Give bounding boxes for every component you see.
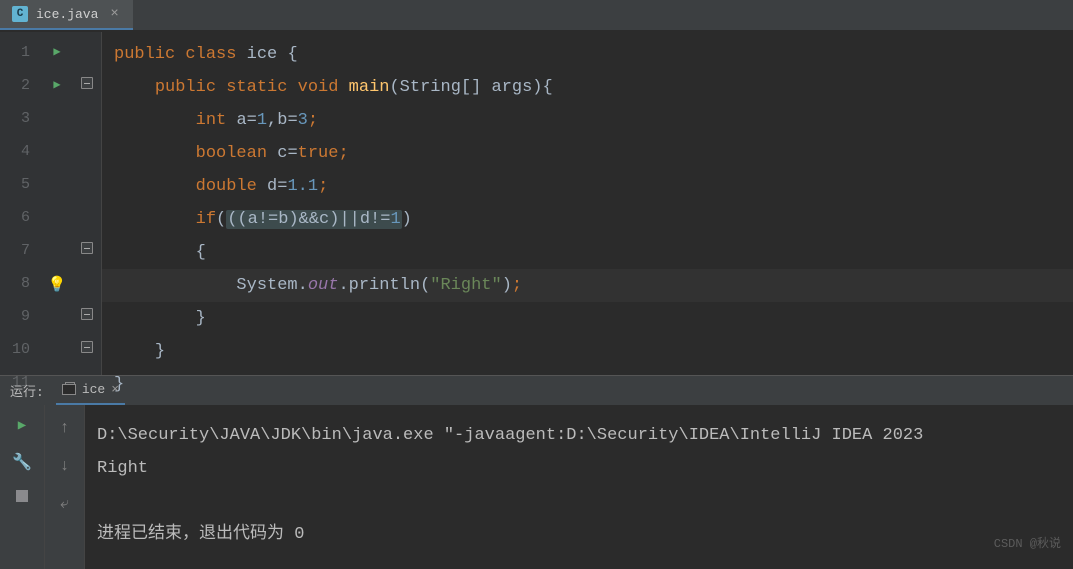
fold-handle-icon[interactable] — [81, 341, 93, 353]
file-tab[interactable]: C ice.java × — [0, 0, 133, 30]
down-stack-icon[interactable]: ↓ — [60, 457, 70, 475]
close-icon[interactable]: × — [111, 382, 119, 397]
fold-handle-icon[interactable] — [81, 77, 93, 89]
intention-bulb-icon[interactable]: 💡 — [48, 275, 67, 294]
console-output[interactable]: D:\Security\JAVA\JDK\bin\java.exe "-java… — [85, 405, 1073, 569]
code-line[interactable]: } — [102, 302, 1073, 335]
run-line-icon[interactable]: ▶ — [53, 44, 60, 59]
console-line: D:\Security\JAVA\JDK\bin\java.exe "-java… — [97, 419, 1061, 452]
code-line[interactable]: } — [102, 368, 1073, 401]
code-line[interactable]: public static void main(String[] args){ — [102, 71, 1073, 104]
console-line: Right — [97, 452, 1061, 485]
line-number-gutter: 1 2 3 4 5 6 7 8 9 10 11 — [0, 32, 42, 375]
run-config-tab[interactable]: ice × — [56, 376, 125, 405]
code-line[interactable]: } — [102, 335, 1073, 368]
line-number: 5 — [21, 176, 30, 193]
java-icon: C — [12, 6, 28, 22]
line-number: 1 — [21, 44, 30, 61]
code-line[interactable]: double d=1.1; — [102, 170, 1073, 203]
fold-handle-icon[interactable] — [81, 242, 93, 254]
console-exit-line: 进程已结束，退出代码为 0 — [97, 518, 1061, 551]
stop-icon[interactable] — [16, 490, 28, 502]
editor: 1 2 3 4 5 6 7 8 9 10 11 ▶ ▶ 💡 — [0, 32, 1073, 375]
code-line[interactable]: int a=1,b=3; — [102, 104, 1073, 137]
run-toolbar-left: ▶ 🔧 — [0, 405, 45, 569]
run-toolbar-2: ↑ ↓ ⤶ — [45, 405, 85, 569]
line-number: 4 — [21, 143, 30, 160]
wrench-icon[interactable]: 🔧 — [12, 452, 32, 472]
line-number: 9 — [21, 308, 30, 325]
line-number: 2 — [21, 77, 30, 94]
fold-handle-icon[interactable] — [81, 308, 93, 320]
run-config-name: ice — [82, 382, 105, 397]
soft-wrap-icon[interactable]: ⤶ — [60, 495, 69, 513]
line-number: 8 — [21, 275, 30, 292]
up-stack-icon[interactable]: ↑ — [60, 419, 70, 437]
console-line — [97, 485, 1061, 518]
line-number: 3 — [21, 110, 30, 127]
line-number: 10 — [12, 341, 30, 358]
watermark: CSDN @秋说 — [994, 528, 1061, 561]
code-line[interactable]: boolean c=true; — [102, 137, 1073, 170]
code-line[interactable]: { — [102, 236, 1073, 269]
rerun-icon[interactable]: ▶ — [18, 417, 26, 434]
tab-filename: ice.java — [36, 7, 98, 22]
console-icon — [62, 384, 76, 395]
line-number: 6 — [21, 209, 30, 226]
line-number: 7 — [21, 242, 30, 259]
run-tool-window: ▶ 🔧 ↑ ↓ ⤶ D:\Security\JAVA\JDK\bin\java.… — [0, 405, 1073, 569]
code-line[interactable]: System.out.println("Right"); — [102, 269, 1073, 302]
run-gutter: ▶ ▶ 💡 — [42, 32, 72, 375]
run-tool-title: 运行: — [10, 381, 44, 400]
editor-tab-bar: C ice.java × — [0, 0, 1073, 32]
fold-gutter — [72, 32, 102, 375]
run-line-icon[interactable]: ▶ — [53, 77, 60, 92]
code-line[interactable]: public class ice { — [102, 38, 1073, 71]
code-area[interactable]: public class ice { public static void ma… — [102, 32, 1073, 375]
code-line[interactable]: if(((a!=b)&&c)||d!=1) — [102, 203, 1073, 236]
close-icon[interactable]: × — [106, 6, 122, 22]
